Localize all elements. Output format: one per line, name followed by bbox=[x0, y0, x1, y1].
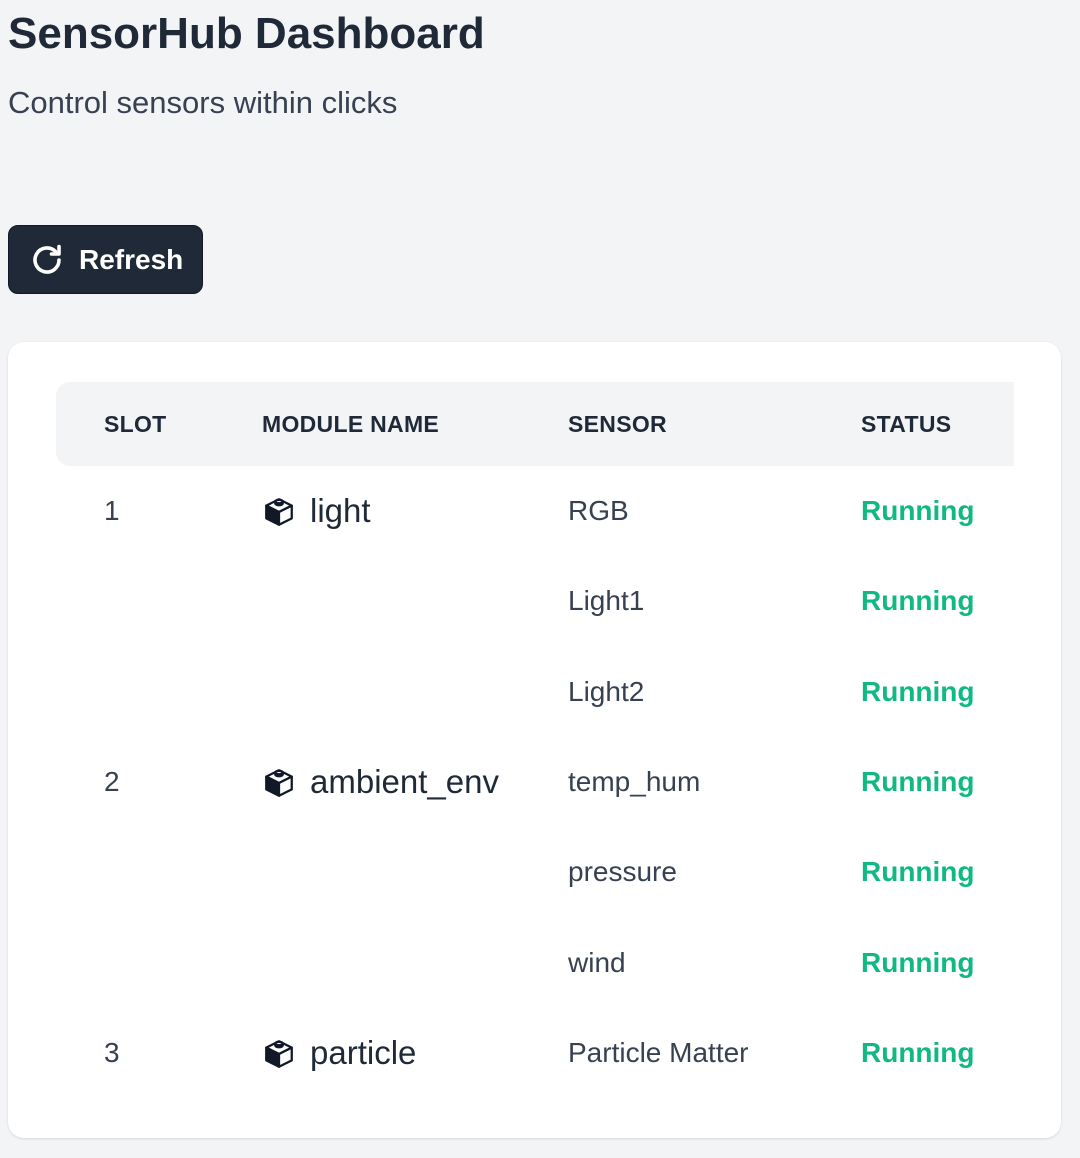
status-badge: Running bbox=[861, 495, 975, 526]
status-badge: Running bbox=[861, 765, 975, 797]
table-row: pressure Running bbox=[56, 843, 1014, 933]
cube-icon bbox=[262, 766, 296, 800]
status-badge: Running bbox=[861, 856, 975, 888]
module-name-cell: ambient_env bbox=[262, 753, 499, 843]
slot-cell: 3 bbox=[104, 1036, 120, 1068]
sensor-cell: Light2 bbox=[568, 675, 645, 707]
cube-icon bbox=[262, 495, 296, 529]
status-badge: Running bbox=[861, 946, 975, 978]
column-header-module-name: MODULE NAME bbox=[262, 411, 440, 437]
sensor-cell: pressure bbox=[568, 856, 677, 888]
sensor-table-card: SLOT MODULE NAME SENSOR STATUS 1 light RGB… bbox=[8, 342, 1061, 1138]
slot-cell: 1 bbox=[104, 495, 120, 526]
refresh-button[interactable]: Refresh bbox=[8, 225, 203, 294]
table-header: SLOT MODULE NAME SENSOR STATUS bbox=[56, 382, 1014, 466]
cube-icon bbox=[262, 1037, 296, 1071]
column-header-sensor: SENSOR bbox=[568, 411, 667, 437]
column-header-slot: SLOT bbox=[104, 411, 167, 437]
table-row: Light1 Running bbox=[56, 572, 1014, 662]
page-title: SensorHub Dashboard bbox=[8, 9, 485, 58]
table-row: Light2 Running bbox=[56, 663, 1014, 753]
page-subtitle: Control sensors within clicks bbox=[8, 85, 398, 120]
sensor-cell: wind bbox=[568, 946, 626, 978]
refresh-icon bbox=[29, 242, 65, 278]
sensor-cell: Light1 bbox=[568, 585, 645, 617]
column-header-status: STATUS bbox=[861, 411, 952, 437]
table-row: 1 light RGB Running bbox=[56, 482, 1014, 572]
table-row: 2 ambient_env temp_hum Running bbox=[56, 753, 1014, 843]
status-badge: Running bbox=[861, 1036, 975, 1068]
table-row: 3 particle Particle Matter Running bbox=[56, 1024, 1014, 1114]
status-badge: Running bbox=[861, 675, 975, 707]
status-badge: Running bbox=[861, 585, 975, 617]
module-name-cell: light bbox=[262, 482, 371, 572]
refresh-button-label: Refresh bbox=[79, 243, 184, 275]
sensor-cell: RGB bbox=[568, 495, 629, 526]
module-name-label: particle bbox=[310, 1033, 417, 1071]
module-name-label: light bbox=[310, 492, 371, 529]
slot-cell: 2 bbox=[104, 765, 120, 797]
table-row: wind Running bbox=[56, 934, 1014, 1024]
sensor-cell: Particle Matter bbox=[568, 1036, 749, 1068]
sensor-cell: temp_hum bbox=[568, 765, 701, 797]
module-name-cell: particle bbox=[262, 1024, 416, 1114]
module-name-label: ambient_env bbox=[310, 762, 499, 800]
